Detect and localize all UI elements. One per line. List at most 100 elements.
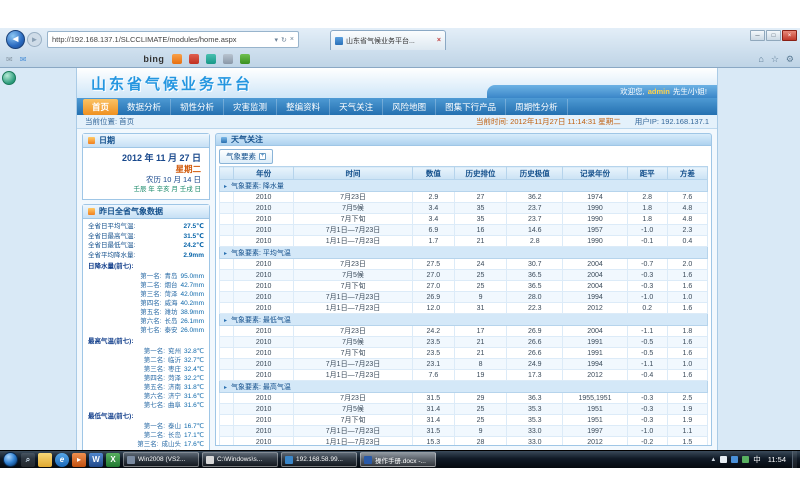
- mail-open-icon[interactable]: ✉: [20, 55, 27, 64]
- word-icon[interactable]: W: [89, 453, 103, 467]
- ie-icon[interactable]: e: [55, 453, 69, 467]
- url-text[interactable]: http://192.168.137.1/SLCCLIMATE/modules/…: [52, 35, 272, 44]
- element-filter-button[interactable]: 气象要素 +: [219, 149, 273, 164]
- table-cell: 25: [454, 281, 506, 292]
- home-icon[interactable]: ⌂: [758, 54, 763, 65]
- stop-icon[interactable]: ×: [290, 36, 294, 43]
- favorites-app-icon[interactable]: [172, 54, 182, 64]
- collapse-icon[interactable]: ▸: [224, 384, 227, 391]
- table-row[interactable]: 20107月5候27.02536.52004-0.31.6: [220, 270, 708, 281]
- table-row[interactable]: 20101月1日—7月23日15.32833.02012-0.21.5: [220, 437, 708, 447]
- table-row[interactable]: 20107月1日—7月23日31.5933.01997-1.01.1: [220, 426, 708, 437]
- collapse-icon[interactable]: ▸: [224, 317, 227, 324]
- browser-tab[interactable]: 山东省气候业务平台... ×: [330, 30, 446, 50]
- table-row[interactable]: 20101月1日—7月23日1.7212.81990-0.10.4: [220, 236, 708, 247]
- favorites-app-icon[interactable]: [223, 54, 233, 64]
- favorites-app-icon[interactable]: [189, 54, 199, 64]
- side-widget-icon[interactable]: [2, 71, 16, 85]
- table-row[interactable]: 20107月5候3.43523.719901.84.8: [220, 203, 708, 214]
- refresh-icon[interactable]: ↻: [281, 36, 287, 44]
- table-cell: 7月1日—7月23日: [294, 426, 412, 437]
- volume-icon[interactable]: [742, 456, 749, 463]
- favorites-app-icon[interactable]: [240, 54, 250, 64]
- table-cell: 2.8: [627, 192, 667, 203]
- table-row[interactable]: 20107月23日2.92736.219742.87.6: [220, 192, 708, 203]
- minimize-button[interactable]: ─: [750, 30, 765, 41]
- show-desktop-button[interactable]: [792, 451, 797, 468]
- table-cell: 2010: [234, 270, 294, 281]
- excel-icon[interactable]: X: [106, 453, 120, 467]
- ganzhi-line: 壬辰 年 辛亥 月 壬戌 日: [91, 185, 201, 194]
- nav-menu: 首页数据分析韧性分析灾害监测整编资料天气关注风险地图图集下行产品周期性分析: [77, 98, 717, 115]
- table-row[interactable]: 20107月下旬3.43523.719901.84.8: [220, 214, 708, 225]
- nav-item[interactable]: 韧性分析: [171, 99, 224, 115]
- favorites-star-icon[interactable]: ☆: [771, 54, 779, 65]
- address-dropdown-icon[interactable]: ▾: [275, 36, 279, 44]
- row-select-cell: [220, 348, 234, 359]
- table-row[interactable]: 20107月23日31.52936.31955,1951-0.32.5: [220, 393, 708, 404]
- nav-item[interactable]: 图集下行产品: [436, 99, 506, 115]
- clock[interactable]: 11:54: [765, 455, 789, 464]
- taskbar-window[interactable]: 192.168.58.99...: [281, 452, 357, 467]
- nav-item[interactable]: 首页: [83, 99, 118, 115]
- rank-value: 16.7℃: [184, 422, 204, 431]
- nav-item[interactable]: 天气关注: [330, 99, 383, 115]
- taskbar-window[interactable]: 操作手册.docx -...: [360, 452, 436, 467]
- stat-row: 全省日平均气温:27.5℃: [88, 222, 204, 232]
- forward-button[interactable]: ►: [27, 32, 42, 47]
- table-row[interactable]: 20107月1日—7月23日26.9928.01994-1.01.0: [220, 292, 708, 303]
- table-cell: 1.9: [667, 404, 707, 415]
- network-icon[interactable]: [731, 456, 738, 463]
- address-bar[interactable]: http://192.168.137.1/SLCCLIMATE/modules/…: [47, 31, 299, 48]
- table-row[interactable]: 20107月1日—7月23日6.91614.61957-1.02.3: [220, 225, 708, 236]
- table-row[interactable]: 20107月23日24.21726.92004-1.11.8: [220, 326, 708, 337]
- nav-item[interactable]: 周期性分析: [506, 99, 568, 115]
- collapse-icon[interactable]: ▸: [224, 250, 227, 257]
- mail-icon[interactable]: ✉: [6, 55, 13, 64]
- table-cell: 7月5候: [294, 203, 412, 214]
- action-center-icon[interactable]: [720, 456, 727, 463]
- explorer-folder-icon[interactable]: [38, 453, 52, 467]
- table-section-row[interactable]: ▸气象要素: 最低气温: [220, 314, 708, 326]
- table-row[interactable]: 20101月1日—7月23日12.03122.320120.21.6: [220, 303, 708, 314]
- plus-icon[interactable]: +: [259, 153, 266, 160]
- main-panel-header: 天气关注: [215, 133, 712, 146]
- table-cell: 1.6: [667, 270, 707, 281]
- nav-item[interactable]: 整编资料: [277, 99, 330, 115]
- table-section-row[interactable]: ▸气象要素: 平均气温: [220, 247, 708, 259]
- start-button[interactable]: [3, 452, 18, 467]
- nav-item[interactable]: 数据分析: [118, 99, 171, 115]
- table-row[interactable]: 20107月5候31.42535.31951-0.31.9: [220, 404, 708, 415]
- taskbar-window[interactable]: Win2008 (VS2...: [123, 452, 199, 467]
- taskbar-window[interactable]: C:\Windows\s...: [202, 452, 278, 467]
- nav-item[interactable]: 风险地图: [383, 99, 436, 115]
- search-icon[interactable]: ⌕: [21, 453, 35, 467]
- table-row[interactable]: 20101月1日—7月23日7.61917.32012-0.41.6: [220, 370, 708, 381]
- media-player-icon[interactable]: ▸: [72, 453, 86, 467]
- gear-icon[interactable]: ⚙: [786, 54, 794, 65]
- nav-item[interactable]: 灾害监测: [224, 99, 277, 115]
- table-row[interactable]: 20107月1日—7月23日23.1824.91994-1.11.0: [220, 359, 708, 370]
- favorites-app-icon[interactable]: [206, 54, 216, 64]
- stat-value: 2.9mm: [183, 251, 204, 261]
- table-row[interactable]: 20107月下旬31.42535.31951-0.31.9: [220, 415, 708, 426]
- table-cell: 7.6: [412, 370, 454, 381]
- hidden-icons-arrow[interactable]: ▲: [710, 457, 716, 463]
- row-select-cell: [220, 426, 234, 437]
- back-button[interactable]: ◄: [6, 30, 25, 49]
- panel-bullet-icon: [221, 137, 227, 143]
- bing-logo[interactable]: bing: [143, 54, 164, 64]
- table-row[interactable]: 20107月下旬23.52126.61991-0.51.6: [220, 348, 708, 359]
- table-row[interactable]: 20107月23日27.52430.72004-0.72.0: [220, 259, 708, 270]
- tab-close-icon[interactable]: ×: [437, 37, 441, 44]
- close-button[interactable]: ×: [782, 30, 797, 41]
- table-section-row[interactable]: ▸气象要素: 最高气温: [220, 381, 708, 393]
- table-row[interactable]: 20107月5候23.52126.61991-0.51.6: [220, 337, 708, 348]
- maximize-button[interactable]: □: [766, 30, 781, 41]
- table-row[interactable]: 20107月下旬27.02536.52004-0.31.6: [220, 281, 708, 292]
- table-cell: 1994: [563, 292, 627, 303]
- table-section-row[interactable]: ▸气象要素: 降水量: [220, 180, 708, 192]
- collapse-icon[interactable]: ▸: [224, 183, 227, 190]
- rank-label: 第五名:: [144, 383, 165, 392]
- language-indicator[interactable]: 中: [753, 454, 761, 465]
